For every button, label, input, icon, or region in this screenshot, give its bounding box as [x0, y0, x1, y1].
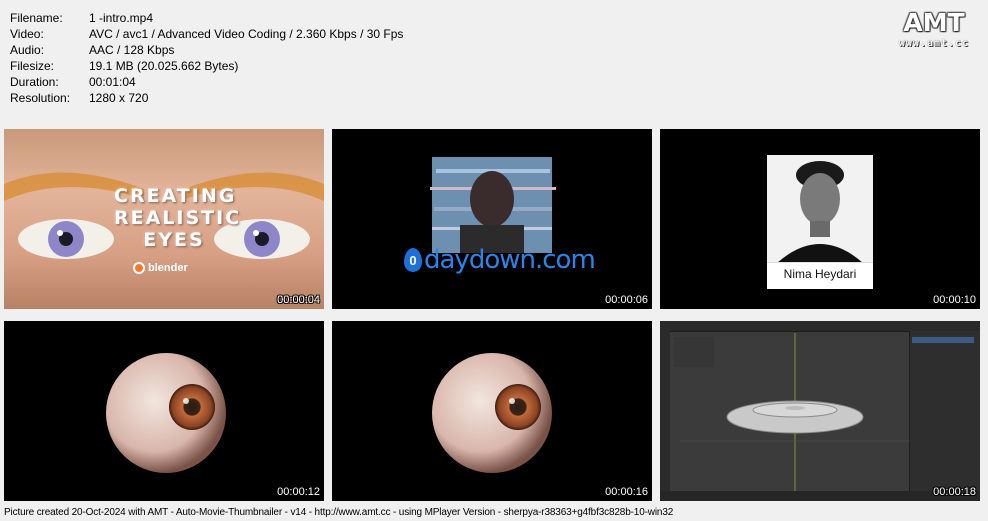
blender-wordmark: blender: [148, 262, 188, 274]
eyeball-render-image: [106, 353, 226, 473]
title-line: CREATING: [114, 185, 237, 207]
logo-url: www.amt.cc: [898, 38, 970, 49]
eyeball-render-image: [432, 353, 552, 473]
footer-credit: Picture created 20-Oct-2024 with AMT - A…: [4, 507, 674, 518]
meta-label: Resolution:: [10, 91, 71, 105]
instructor-card: Nima Heydari: [767, 155, 873, 289]
instructor-photo: [767, 155, 873, 263]
meta-row-filename: Filename: 1 -intro.mp4: [10, 10, 403, 26]
thumbnail-4: 00:00:12: [4, 321, 324, 501]
video-title-overlay: CREATING REALISTIC EYES: [114, 185, 242, 251]
thumbnail-2: 0 daydown.com 00:00:06: [332, 129, 652, 309]
meta-value: 1280 x 720: [89, 91, 149, 105]
meta-row-video: Video: AVC / avc1 / Advanced Video Codin…: [10, 26, 403, 42]
timestamp: 00:00:10: [933, 294, 976, 306]
file-metadata: Filename: 1 -intro.mp4 Video: AVC / avc1…: [10, 10, 403, 106]
timestamp: 00:00:12: [277, 486, 320, 498]
meta-row-filesize: Filesize: 19.1 MB (20.025.662 Bytes): [10, 58, 403, 74]
timestamp: 00:00:06: [605, 294, 648, 306]
meta-row-resolution: Resolution: 1280 x 720: [10, 90, 403, 106]
meta-value: 19.1 MB (20.025.662 Bytes): [89, 59, 239, 73]
glitch-portrait-image: [430, 157, 556, 253]
meta-value: 1 -intro.mp4: [89, 11, 154, 25]
meta-row-audio: Audio: AAC / 128 Kbps: [10, 42, 403, 58]
thumbnail-1: CREATING REALISTIC EYES blender 00:00:04: [4, 129, 324, 309]
meta-value: 00:01:04: [89, 75, 136, 89]
meta-row-duration: Duration: 00:01:04: [10, 74, 403, 90]
droplet-icon: 0: [404, 248, 422, 272]
meta-label: Audio:: [10, 43, 45, 57]
timestamp: 00:00:16: [605, 486, 648, 498]
daydown-watermark: 0 daydown.com: [404, 245, 596, 275]
thumbnail-3: Nima Heydari 00:00:10: [660, 129, 980, 309]
title-line: EYES: [143, 229, 205, 251]
blender-logo: blender: [133, 262, 188, 274]
instructor-name: Nima Heydari: [767, 262, 873, 285]
thumbnail-5: 00:00:16: [332, 321, 652, 501]
thumbnail-6: 00:00:18: [660, 321, 980, 501]
watermark-text: daydown.com: [424, 245, 596, 275]
amt-logo: AMT www.amt.cc: [888, 8, 980, 52]
meta-label: Filesize:: [10, 59, 55, 73]
timestamp: 00:00:18: [933, 486, 976, 498]
meta-label: Filename:: [10, 11, 63, 25]
blender-viewport-mesh: [674, 333, 974, 491]
meta-value: AAC / 128 Kbps: [89, 43, 175, 57]
logo-title: AMT: [903, 8, 965, 37]
blender-icon: [133, 262, 145, 274]
meta-label: Duration:: [10, 75, 59, 89]
title-line: REALISTIC: [114, 207, 242, 229]
meta-value: AVC / avc1 / Advanced Video Coding / 2.3…: [89, 27, 404, 41]
timestamp: 00:00:04: [277, 294, 320, 306]
meta-label: Video:: [10, 27, 44, 41]
